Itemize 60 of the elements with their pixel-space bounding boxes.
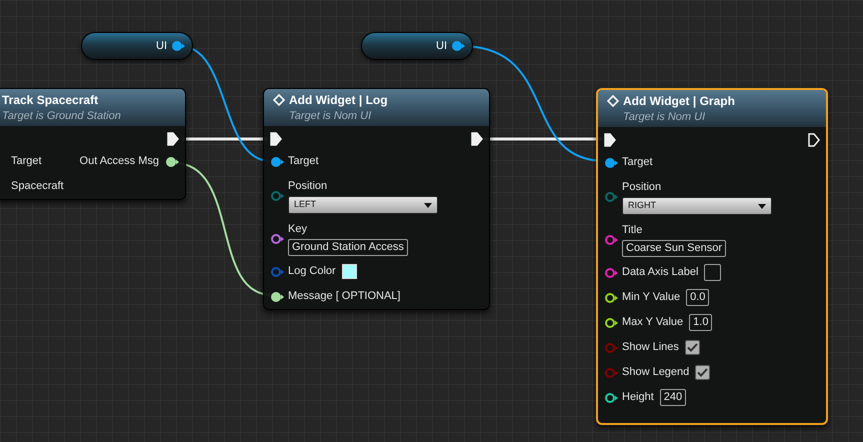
pin-label: Key xyxy=(288,222,308,237)
exec-pin-icon[interactable] xyxy=(604,133,616,147)
checkbox[interactable] xyxy=(684,340,700,355)
pin-label: Min Y Value xyxy=(622,290,680,305)
pin-label: Max Y Value xyxy=(622,315,684,330)
pin-icon[interactable] xyxy=(165,156,179,168)
function-icon xyxy=(273,94,285,106)
blueprint-node[interactable]: Track Spacecraft Target is Ground Station Target Out Access Msg Spacecraft xyxy=(0,88,186,200)
variable-label: UI xyxy=(436,38,447,54)
node-subtitle: Target is Nom UI xyxy=(288,109,372,123)
text-field[interactable]: 240 xyxy=(660,389,686,406)
pin-icon[interactable] xyxy=(270,232,284,244)
exec-pin-icon[interactable] xyxy=(471,132,483,146)
pin-icon[interactable] xyxy=(270,156,284,168)
variable-node[interactable]: UI xyxy=(361,32,473,60)
caret-icon xyxy=(758,204,766,208)
exec-pin-icon[interactable] xyxy=(808,133,820,147)
pin-label: Data Axis Label xyxy=(622,265,698,280)
pin-icon[interactable] xyxy=(604,292,618,304)
text-field[interactable]: Ground Station Access xyxy=(288,239,408,256)
node-title: Track Spacecraft xyxy=(2,92,98,109)
pin-label: Height xyxy=(622,390,654,405)
node-title: Add Widget | Log xyxy=(289,92,388,109)
pin-icon[interactable] xyxy=(604,316,618,328)
pin-icon[interactable] xyxy=(451,40,465,52)
text-field[interactable]: Coarse Sun Sensor xyxy=(622,240,726,257)
pin-label: Show Lines xyxy=(622,340,679,355)
pin-label: Target xyxy=(622,155,653,170)
node-subtitle: Target is Nom UI xyxy=(622,110,706,124)
blueprint-node[interactable]: Add Widget | Graph Target is Nom UI Target Position RIGHT Title Coarse Sun Sensor Data Axis Label Min Y Value 0.0 Max Y Value 1.0 Show Lines Show Legend Height 240 xyxy=(596,88,828,425)
pin-label: Spacecraft xyxy=(11,179,64,194)
pin-label: Target xyxy=(11,154,42,169)
function-icon xyxy=(607,95,619,107)
checkbox[interactable] xyxy=(695,365,710,380)
pin-icon[interactable] xyxy=(171,40,185,52)
blueprint-node[interactable]: Add Widget | Log Target is Nom UI Target Position LEFT Key Ground Station Access Log Color Message [ OPTIONAL] xyxy=(263,88,490,310)
pin-icon[interactable] xyxy=(270,290,284,302)
pin-label: Log Color xyxy=(288,264,336,279)
variable-node[interactable]: UI xyxy=(81,32,193,60)
pin-label: Position xyxy=(622,180,662,195)
dropdown[interactable]: RIGHT xyxy=(622,197,772,215)
exec-pin-icon[interactable] xyxy=(270,132,282,146)
pin-label: Position xyxy=(288,179,328,194)
pin-label: Target xyxy=(288,154,319,169)
caret-icon xyxy=(424,202,432,208)
node-subtitle: Target is Ground Station xyxy=(2,109,122,123)
text-field[interactable]: 1.0 xyxy=(689,314,712,331)
variable-label: UI xyxy=(156,38,167,54)
pin-label: Message [ OPTIONAL] xyxy=(288,289,400,304)
pin-icon[interactable] xyxy=(604,156,618,168)
dropdown[interactable]: LEFT xyxy=(288,196,438,214)
pin-label: Show Legend xyxy=(622,365,690,380)
text-field[interactable] xyxy=(704,264,722,281)
pin-label: Title xyxy=(622,223,644,238)
color-swatch[interactable] xyxy=(342,264,357,279)
node-title: Add Widget | Graph xyxy=(623,93,735,110)
pin-label: Out Access Msg xyxy=(80,154,159,170)
pin-icon[interactable] xyxy=(604,392,618,404)
exec-pin-icon[interactable] xyxy=(167,132,179,146)
text-field[interactable]: 0.0 xyxy=(686,289,710,306)
